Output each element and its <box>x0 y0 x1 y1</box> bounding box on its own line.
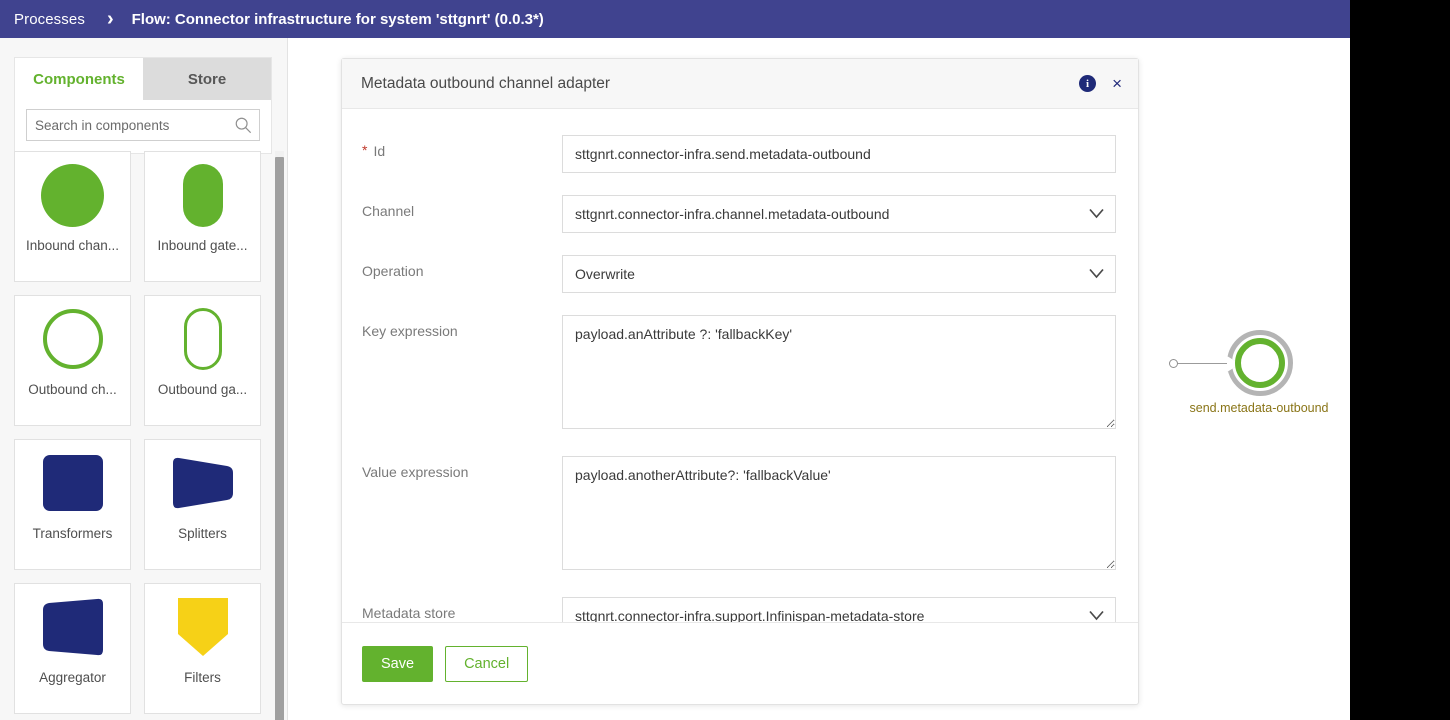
component-tile-label: Filters <box>145 670 260 685</box>
cancel-button[interactable]: Cancel <box>445 646 528 682</box>
component-tile-label: Aggregator <box>15 670 130 685</box>
metadata-store-select-wrap: sttgnrt.connector-infra.support.Infinisp… <box>562 597 1116 622</box>
label-value-expression: Value expression <box>362 456 562 575</box>
outbound-channel-icon <box>15 296 130 382</box>
component-palette-grid: Inbound chan... Inbound gate... Outbound… <box>14 151 276 720</box>
component-tile-aggregator[interactable]: Aggregator <box>14 583 131 714</box>
metadata-store-select[interactable]: sttgnrt.connector-infra.support.Infinisp… <box>562 597 1116 622</box>
label-key-expression-text: Key expression <box>362 323 458 339</box>
dialog-title: Metadata outbound channel adapter <box>361 75 1079 93</box>
breadcrumb-processes-link[interactable]: Processes <box>14 11 85 28</box>
field-key-expression <box>562 315 1116 434</box>
metadata-outbound-adapter-dialog: Metadata outbound channel adapter i × * … <box>341 58 1139 705</box>
label-key-expression: Key expression <box>362 315 562 434</box>
filters-icon <box>145 584 260 670</box>
inbound-gateway-icon <box>145 152 260 238</box>
operation-select-wrap: Overwrite <box>562 255 1116 293</box>
sidebar-panel-card: Components Store <box>14 57 272 154</box>
component-tile-label: Transformers <box>15 526 130 541</box>
label-channel-text: Channel <box>362 203 414 219</box>
close-icon[interactable]: × <box>1110 75 1124 92</box>
search-input[interactable] <box>27 118 259 133</box>
component-tile-inbound-gateway[interactable]: Inbound gate... <box>144 151 261 282</box>
components-sidebar: Components Store <box>0 38 288 720</box>
dialog-header-actions: i × <box>1079 75 1124 92</box>
tab-components[interactable]: Components <box>15 58 143 100</box>
info-icon[interactable]: i <box>1079 75 1096 92</box>
tab-store[interactable]: Store <box>143 58 271 100</box>
field-operation: Overwrite <box>562 255 1116 293</box>
top-breadcrumb-bar: Processes › Flow: Connector infrastructu… <box>0 0 1350 38</box>
outbound-channel-adapter-icon[interactable] <box>1235 338 1285 388</box>
tab-store-label: Store <box>188 71 226 88</box>
flow-node-send-metadata-outbound[interactable]: send.metadata-outbound <box>1169 323 1349 443</box>
save-button[interactable]: Save <box>362 646 433 682</box>
component-tile-label: Splitters <box>145 526 260 541</box>
field-id <box>562 135 1116 173</box>
tab-components-label: Components <box>33 71 125 88</box>
sidebar-scrollbar-thumb[interactable] <box>275 157 284 720</box>
component-tile-inbound-channel[interactable]: Inbound chan... <box>14 151 131 282</box>
channel-select[interactable]: sttgnrt.connector-infra.channel.metadata… <box>562 195 1116 233</box>
dialog-header: Metadata outbound channel adapter i × <box>342 59 1138 109</box>
search-box <box>26 109 260 141</box>
label-channel: Channel <box>362 195 562 233</box>
form-row-metadata-store: Metadata store sttgnrt.connector-infra.s… <box>362 597 1116 622</box>
label-metadata-store-text: Metadata store <box>362 605 455 621</box>
transformers-icon <box>15 440 130 526</box>
aggregator-icon <box>15 584 130 670</box>
node-connector-line <box>1177 363 1229 364</box>
value-expression-textarea[interactable] <box>562 456 1116 570</box>
id-input[interactable] <box>562 135 1116 173</box>
field-channel: sttgnrt.connector-infra.channel.metadata… <box>562 195 1116 233</box>
form-row-operation: Operation Overwrite <box>362 255 1116 293</box>
search-container <box>15 100 271 153</box>
required-marker-icon: * <box>362 143 367 158</box>
component-tile-splitters[interactable]: Splitters <box>144 439 261 570</box>
label-id: * Id <box>362 135 562 173</box>
operation-select[interactable]: Overwrite <box>562 255 1116 293</box>
component-tile-label: Outbound ga... <box>145 382 260 397</box>
component-tile-transformers[interactable]: Transformers <box>14 439 131 570</box>
label-operation-text: Operation <box>362 263 423 279</box>
node-source-endpoint[interactable] <box>1169 359 1178 368</box>
inbound-channel-icon <box>15 152 130 238</box>
breadcrumb-current-flow: Flow: Connector infrastructure for syste… <box>132 11 544 28</box>
outbound-gateway-icon <box>145 296 260 382</box>
splitters-icon <box>145 440 260 526</box>
dialog-body: * Id Channel sttgnrt.connector-infra.cha… <box>342 109 1138 622</box>
form-row-key-expression: Key expression <box>362 315 1116 434</box>
sidebar-tabs: Components Store <box>15 58 271 100</box>
flow-node-label: send.metadata-outbound <box>1169 401 1349 415</box>
label-value-expression-text: Value expression <box>362 464 468 480</box>
component-tile-outbound-gateway[interactable]: Outbound ga... <box>144 295 261 426</box>
form-row-value-expression: Value expression <box>362 456 1116 575</box>
component-tile-label: Inbound chan... <box>15 238 130 253</box>
component-tile-outbound-channel[interactable]: Outbound ch... <box>14 295 131 426</box>
label-metadata-store: Metadata store <box>362 597 562 622</box>
label-id-text: Id <box>373 143 385 159</box>
app-root: Processes › Flow: Connector infrastructu… <box>0 0 1450 720</box>
field-metadata-store: sttgnrt.connector-infra.support.Infinisp… <box>562 597 1116 622</box>
form-row-channel: Channel sttgnrt.connector-infra.channel.… <box>362 195 1116 233</box>
component-tile-filters[interactable]: Filters <box>144 583 261 714</box>
label-operation: Operation <box>362 255 562 293</box>
right-black-pane <box>1350 0 1450 720</box>
channel-select-wrap: sttgnrt.connector-infra.channel.metadata… <box>562 195 1116 233</box>
key-expression-textarea[interactable] <box>562 315 1116 429</box>
form-row-id: * Id <box>362 135 1116 173</box>
chevron-right-icon: › <box>107 9 114 29</box>
component-tile-label: Outbound ch... <box>15 382 130 397</box>
field-value-expression <box>562 456 1116 575</box>
dialog-footer: Save Cancel <box>342 622 1138 704</box>
component-tile-label: Inbound gate... <box>145 238 260 253</box>
